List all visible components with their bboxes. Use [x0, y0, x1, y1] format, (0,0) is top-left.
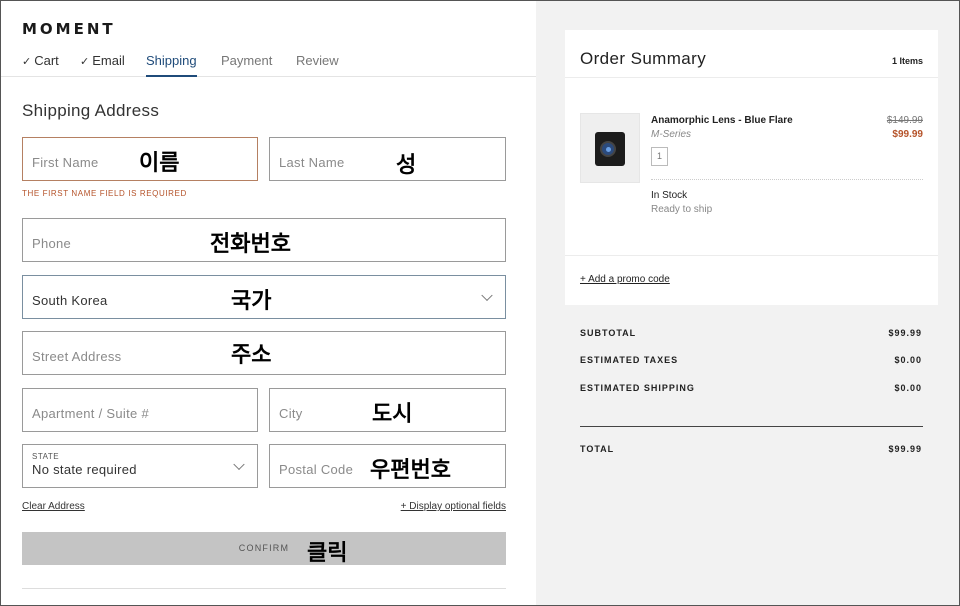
step-label: Cart	[34, 53, 59, 68]
check-icon: ✓	[22, 56, 32, 68]
sale-price: $99.99	[892, 129, 923, 140]
ready-status: Ready to ship	[651, 204, 713, 215]
order-summary-card: Order Summary 1 Items Anamorphic Lens - …	[565, 30, 938, 305]
clear-address-link[interactable]: Clear Address	[22, 501, 85, 512]
step-email[interactable]: ✓ Email	[80, 53, 125, 77]
order-summary-title: Order Summary	[580, 49, 707, 68]
check-icon: ✓	[80, 56, 90, 68]
divider	[565, 255, 938, 256]
shipping-panel: MOMENT ✓ Cart ✓ Email Shipping Payment Rev…	[1, 1, 536, 605]
city-placeholder: City	[279, 406, 303, 421]
state-value: No state required	[32, 462, 137, 477]
original-price: $149.99	[886, 115, 923, 126]
divider	[651, 179, 923, 180]
country-value: South Korea	[32, 293, 108, 308]
product-image[interactable]	[580, 113, 640, 183]
subtotal-value: $99.99	[888, 328, 922, 338]
city-annotation: 도시	[372, 402, 413, 427]
phone-annotation: 전화번호	[210, 232, 291, 257]
taxes-label: ESTIMATED TAXES	[580, 355, 679, 365]
step-payment[interactable]: Payment	[221, 53, 272, 77]
stock-status: In Stock	[651, 190, 688, 201]
subtotal-label: SUBTOTAL	[580, 328, 637, 338]
divider	[580, 426, 923, 427]
confirm-button[interactable]: CONFIRM	[22, 532, 506, 565]
step-shipping[interactable]: Shipping	[146, 53, 197, 77]
apartment-field[interactable]: Apartment / Suite #	[22, 388, 258, 432]
brand-logo[interactable]: MOMENT	[22, 20, 116, 38]
postal-placeholder: Postal Code	[279, 462, 354, 477]
order-summary-panel: Order Summary 1 Items Anamorphic Lens - …	[536, 1, 959, 605]
step-label: Email	[92, 53, 125, 68]
state-select[interactable]: STATE No state required	[22, 444, 258, 488]
postal-annotation: 우편번호	[370, 458, 451, 483]
last-name-placeholder: Last Name	[279, 155, 345, 170]
divider	[565, 77, 938, 78]
checkout-window: MOMENT ✓ Cart ✓ Email Shipping Payment Rev…	[0, 0, 960, 606]
confirm-annotation: 클릭	[307, 541, 348, 566]
apartment-placeholder: Apartment / Suite #	[32, 406, 149, 421]
section-title: Shipping Address	[22, 101, 160, 120]
product-series: M-Series	[651, 129, 692, 140]
first-name-annotation: 이름	[139, 151, 180, 176]
display-optional-fields-link[interactable]: + Display optional fields	[401, 501, 506, 512]
taxes-value: $0.00	[894, 355, 922, 365]
street-annotation: 주소	[231, 343, 272, 368]
phone-placeholder: Phone	[32, 236, 72, 251]
shipping-cost-value: $0.00	[894, 383, 922, 393]
quantity-box[interactable]: 1	[651, 147, 668, 166]
first-name-error: THE FIRST NAME FIELD IS REQUIRED	[22, 189, 187, 198]
chevron-down-icon	[481, 289, 493, 302]
product-name[interactable]: Anamorphic Lens - Blue Flare	[651, 115, 793, 126]
divider	[22, 588, 506, 589]
lens-icon	[595, 132, 625, 166]
confirm-button-label: CONFIRM	[238, 543, 290, 553]
last-name-annotation: 성	[396, 153, 417, 178]
country-annotation: 국가	[231, 289, 272, 314]
checkout-steps: ✓ Cart ✓ Email Shipping Payment Review	[1, 53, 536, 77]
state-label: STATE	[32, 452, 60, 461]
add-promo-code-link[interactable]: + Add a promo code	[580, 274, 670, 285]
street-placeholder: Street Address	[32, 349, 122, 364]
shipping-cost-label: ESTIMATED SHIPPING	[580, 383, 695, 393]
chevron-down-icon	[233, 458, 245, 471]
last-name-field[interactable]: Last Name	[269, 137, 506, 181]
first-name-placeholder: First Name	[32, 155, 99, 170]
total-value: $99.99	[888, 444, 922, 454]
step-cart[interactable]: ✓ Cart	[22, 53, 59, 77]
step-review[interactable]: Review	[296, 53, 339, 77]
total-label: TOTAL	[580, 444, 615, 454]
items-count: 1 Items	[891, 56, 923, 66]
